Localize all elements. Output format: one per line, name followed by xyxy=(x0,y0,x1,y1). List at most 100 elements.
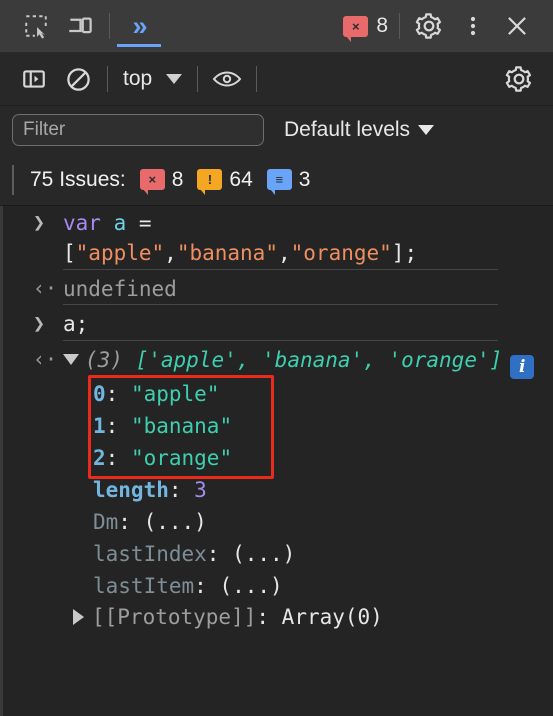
toolbar-divider xyxy=(109,13,110,39)
object-preview-item: 'apple', xyxy=(148,348,262,372)
prototype-row[interactable]: [[Prototype]]: Array(0) xyxy=(3,602,553,632)
property-key: 2 xyxy=(93,446,106,470)
issues-error-group[interactable]: × 8 xyxy=(140,168,184,192)
code-token: , xyxy=(278,241,291,265)
device-toolbar-button[interactable] xyxy=(58,6,102,46)
issues-warning-count: 64 xyxy=(229,168,252,192)
live-expression-button[interactable] xyxy=(205,59,249,99)
console-input-code: a; xyxy=(63,309,98,339)
console-message[interactable]: ‹·undefined xyxy=(3,272,553,307)
warning-bubble-icon: ! xyxy=(197,169,222,190)
property-separator: : xyxy=(118,510,143,534)
triangle-right-icon[interactable] xyxy=(73,609,84,625)
issues-warning-group[interactable]: ! 64 xyxy=(197,168,252,192)
object-property-row[interactable]: 2: "orange" xyxy=(93,443,553,475)
gear-icon xyxy=(505,65,533,93)
code-token: ]; xyxy=(392,241,417,265)
property-separator: : xyxy=(207,542,232,566)
clear-console-icon xyxy=(65,66,92,93)
console-output-value: undefined xyxy=(63,274,187,304)
console-input-row[interactable]: ❯var a = ["apple","banana","orange"]; xyxy=(3,208,553,269)
issues-summary-label: 75 Issues: xyxy=(30,168,126,192)
issues-accent-rule xyxy=(12,165,14,195)
object-property-row[interactable]: length: 3 xyxy=(93,475,553,507)
object-preview: (3) ['apple', 'banana', 'orange']i xyxy=(85,345,544,379)
more-options-button[interactable] xyxy=(451,6,495,46)
gear-icon xyxy=(415,12,443,40)
filter-input[interactable] xyxy=(12,114,264,146)
devtools-window: » × 8 xyxy=(0,0,553,716)
object-preview-wrap: (3) ['apple', 'banana', 'orange']i xyxy=(63,345,544,379)
console-message[interactable]: ‹·(3) ['apple', 'banana', 'orange']i0: "… xyxy=(3,343,553,635)
console-input-row[interactable]: ❯a; xyxy=(3,309,553,339)
inspect-element-icon xyxy=(23,13,49,39)
toolbar-divider-2 xyxy=(399,13,400,39)
object-property-row[interactable]: lastItem: (...) xyxy=(93,571,553,603)
devtools-main-toolbar: » × 8 xyxy=(0,0,553,53)
prototype-value: Array(0) xyxy=(282,605,383,629)
settings-button[interactable] xyxy=(407,6,451,46)
close-icon xyxy=(504,13,530,39)
more-tabs-button[interactable]: » xyxy=(117,6,161,46)
clear-console-button[interactable] xyxy=(56,59,100,99)
property-value: "orange" xyxy=(131,446,232,470)
error-bubble-icon: × xyxy=(140,169,165,190)
message-separator xyxy=(63,304,498,305)
inspect-element-button[interactable] xyxy=(14,6,58,46)
console-input-code: var a = ["apple","banana","orange"]; xyxy=(63,208,427,269)
console-toolbar-divider xyxy=(107,66,108,92)
code-token: , xyxy=(164,241,177,265)
log-levels-selector[interactable]: Default levels xyxy=(284,118,434,142)
property-separator: : xyxy=(106,382,131,406)
close-devtools-button[interactable] xyxy=(495,6,539,46)
triangle-down-icon[interactable] xyxy=(63,354,79,365)
property-separator: : xyxy=(169,478,194,502)
property-separator: : xyxy=(106,414,131,438)
property-value: (...) xyxy=(232,542,295,566)
issues-info-group[interactable]: ≡ 3 xyxy=(267,168,311,192)
console-message-list[interactable]: ❯var a = ["apple","banana","orange"];‹·u… xyxy=(0,206,553,716)
property-value: (...) xyxy=(219,574,282,598)
object-bracket-close: ] xyxy=(490,348,503,372)
prompt-arrow-icon: ❯ xyxy=(33,309,63,338)
code-token: a; xyxy=(63,312,88,336)
result-arrow-icon: ‹· xyxy=(33,274,63,303)
property-value: 3 xyxy=(194,478,207,502)
object-preview-item: 'orange' xyxy=(388,348,489,372)
prototype-key: [[Prototype]] xyxy=(92,605,256,629)
kebab-menu-icon xyxy=(463,13,483,39)
console-filter-bar: Default levels xyxy=(0,106,553,154)
object-property-row[interactable]: 0: "apple" xyxy=(93,379,553,411)
prototype-separator: : xyxy=(256,605,281,629)
issues-info-count: 3 xyxy=(299,168,311,192)
property-value: (...) xyxy=(144,510,207,534)
execution-context-selector[interactable]: top xyxy=(115,67,190,91)
console-object-row[interactable]: ‹·(3) ['apple', 'banana', 'orange']i xyxy=(3,345,553,379)
info-badge-icon[interactable]: i xyxy=(510,355,534,379)
console-message[interactable]: ❯a; xyxy=(3,307,553,342)
console-toolbar: top xyxy=(0,53,553,106)
object-property-row[interactable]: 1: "banana" xyxy=(93,411,553,443)
message-separator xyxy=(63,269,498,270)
console-sidebar-toggle[interactable] xyxy=(12,59,56,99)
property-key: lastItem xyxy=(93,574,194,598)
property-value: "apple" xyxy=(131,382,220,406)
chevron-down-icon xyxy=(166,74,182,84)
property-key: 1 xyxy=(93,414,106,438)
device-toolbar-icon xyxy=(67,13,94,40)
object-bracket-open: [ xyxy=(136,348,149,372)
object-properties: 0: "apple"1: "banana"2: "orange"length: … xyxy=(3,379,553,602)
console-message[interactable]: ❯var a = ["apple","banana","orange"]; xyxy=(3,206,553,272)
console-output-row: ‹·undefined xyxy=(3,274,553,304)
code-token: "apple" xyxy=(76,241,165,265)
property-key: lastIndex xyxy=(93,542,207,566)
property-separator: : xyxy=(194,574,219,598)
prompt-arrow-icon: ❯ xyxy=(33,208,63,237)
result-arrow-icon: ‹· xyxy=(33,345,63,374)
object-property-row[interactable]: Dm: (...) xyxy=(93,507,553,539)
console-settings-button[interactable] xyxy=(497,59,541,99)
error-count-button[interactable]: × 8 xyxy=(343,14,388,38)
object-property-row[interactable]: lastIndex: (...) xyxy=(93,539,553,571)
issues-summary-bar[interactable]: 75 Issues: × 8 ! 64 ≡ 3 xyxy=(0,154,553,206)
chevron-double-right-icon: » xyxy=(132,13,145,40)
